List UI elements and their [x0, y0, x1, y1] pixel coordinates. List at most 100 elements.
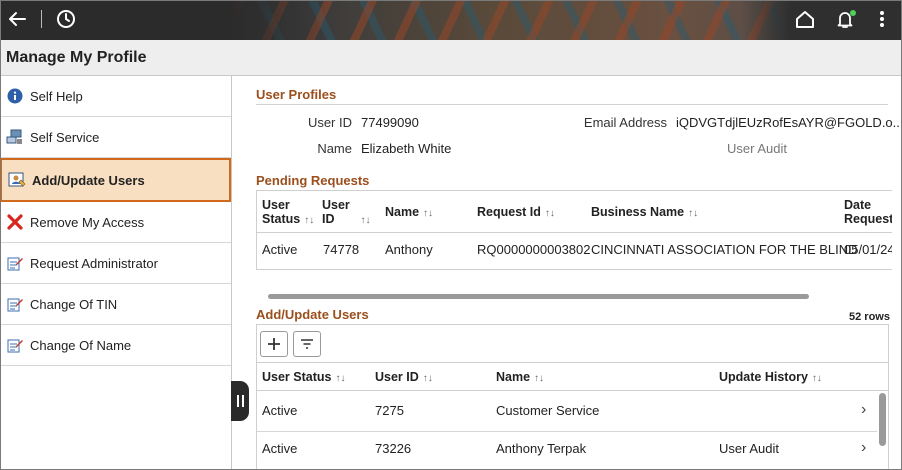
toolbar-separator	[41, 10, 42, 28]
sidebar: Self Help Self Service Add/Update Users …	[0, 76, 232, 470]
section-divider	[256, 104, 888, 105]
header-text: User Status	[262, 370, 332, 384]
sort-icon: ↑↓	[422, 373, 433, 384]
clock-icon[interactable]	[54, 7, 78, 31]
red-x-icon	[6, 213, 24, 231]
sidebar-item-label: Self Service	[30, 129, 100, 145]
page-title-bar: Manage My Profile	[0, 40, 902, 76]
user-edit-icon	[8, 171, 26, 189]
header-text: User ID	[375, 370, 419, 384]
row-user-status: Active	[262, 403, 298, 418]
header-text-line: Status	[262, 212, 301, 226]
sidebar-item-remove-my-access[interactable]: Remove My Access	[0, 202, 231, 243]
sidebar-item-label: Change Of TIN	[30, 296, 118, 312]
pending-row-business-name: CINCINNATI ASSOCIATION FOR THE BLIND	[591, 242, 858, 257]
form-edit-icon	[6, 295, 24, 313]
sort-icon: ↑↓	[304, 215, 315, 226]
col-user-id-header[interactable]: User ID ↑↓	[375, 370, 433, 386]
row-user-id: 7275	[375, 403, 404, 418]
email-label: Email Address	[583, 115, 667, 130]
add-row-button[interactable]	[260, 331, 288, 357]
filter-icon	[301, 339, 313, 349]
header-text: ID ↑↓	[322, 212, 371, 228]
add-update-users-grid: User Status ↑↓ User ID ↑↓ Name ↑↓ Update Hi…	[256, 324, 889, 470]
col-name-header[interactable]: Name ↑↓	[385, 205, 433, 221]
self-service-icon	[6, 128, 24, 146]
header-text-line: ID	[322, 212, 335, 226]
header-text: Business Name	[591, 205, 685, 219]
vertical-dots-icon[interactable]	[870, 7, 894, 31]
page-title: Manage My Profile	[6, 49, 147, 66]
header-text: Request	[844, 212, 892, 226]
sort-icon: ↑↓	[534, 373, 545, 384]
row-name: Customer Service	[496, 403, 600, 418]
name-value: Elizabeth White	[361, 141, 452, 156]
sidebar-item-self-service[interactable]: Self Service	[0, 117, 231, 158]
bell-icon[interactable]	[833, 7, 857, 31]
pending-row-name: Anthony	[385, 242, 433, 257]
row-user-id: 73226	[375, 441, 412, 456]
header-text: Request Id	[477, 205, 541, 219]
sort-icon: ↑↓	[811, 373, 822, 384]
chevron-right-icon[interactable]: ›	[861, 401, 866, 419]
sidebar-item-request-administrator[interactable]: Request Administrator	[0, 243, 231, 284]
sort-icon: ↑↓	[335, 373, 346, 384]
filter-button[interactable]	[293, 331, 321, 357]
pending-row-request-id: RQ0000000003802	[477, 242, 591, 257]
header-text: Status ↑↓	[262, 212, 314, 228]
info-icon	[6, 87, 24, 105]
col-user-status-header[interactable]: User Status ↑↓	[262, 198, 314, 228]
form-edit-icon	[6, 336, 24, 354]
col-date-requested-header[interactable]: Date Request	[844, 198, 892, 226]
header-text: Name	[385, 205, 420, 219]
sort-icon: ↑↓	[423, 208, 434, 219]
pending-row-user-id: 74778	[323, 242, 360, 257]
col-user-id-header[interactable]: User ID ↑↓	[322, 198, 371, 228]
notification-dot	[850, 10, 856, 16]
user-profiles-title: User Profiles	[256, 87, 337, 102]
sidebar-item-label: Add/Update Users	[32, 172, 145, 188]
row-user-status: Active	[262, 441, 298, 456]
sidebar-collapse-handle[interactable]	[231, 381, 249, 421]
sidebar-item-label: Change Of Name	[30, 337, 132, 353]
header-text: Name	[496, 370, 531, 384]
sidebar-item-self-help[interactable]: Self Help	[0, 76, 231, 117]
user-id-label: User ID	[307, 115, 352, 130]
row-name: Anthony Terpak	[496, 441, 587, 456]
user-id-value: 77499090	[361, 115, 419, 130]
sidebar-item-change-of-tin[interactable]: Change Of TIN	[0, 284, 231, 325]
col-request-id-header[interactable]: Request Id ↑↓	[477, 205, 555, 221]
row-update-history[interactable]: User Audit	[719, 441, 779, 456]
name-label: Name	[317, 141, 352, 156]
sidebar-item-change-of-name[interactable]: Change Of Name	[0, 325, 231, 366]
user-audit-label: User Audit	[727, 141, 787, 156]
table-row[interactable]: Active 7275 Customer Service ›	[257, 391, 877, 431]
email-value: iQDVGTdjlEUzRofEsAYR@FGOLD.o...	[676, 115, 902, 130]
back-arrow-icon[interactable]	[5, 7, 29, 31]
col-name-header[interactable]: Name ↑↓	[496, 370, 544, 386]
pending-requests-title: Pending Requests	[256, 173, 370, 188]
chevron-right-icon[interactable]: ›	[861, 439, 866, 457]
sidebar-item-label: Remove My Access	[30, 214, 145, 230]
add-update-users-title: Add/Update Users	[256, 307, 369, 322]
row-count: 52 rows	[849, 311, 890, 323]
form-edit-icon	[6, 254, 24, 272]
sort-icon: ↑↓	[360, 215, 371, 226]
sort-icon: ↑↓	[544, 208, 555, 219]
sidebar-item-add-update-users[interactable]: Add/Update Users	[0, 158, 231, 202]
pending-grid-horizontal-scrollbar[interactable]	[268, 294, 809, 299]
sidebar-item-label: Self Help	[30, 88, 83, 104]
col-user-status-header[interactable]: User Status ↑↓	[262, 370, 345, 386]
header-text: Date	[844, 198, 872, 212]
users-grid-vertical-scrollbar[interactable]	[879, 393, 886, 446]
table-row[interactable]: Active 73226 Anthony Terpak User Audit ›	[257, 432, 877, 470]
home-icon[interactable]	[793, 7, 817, 31]
header-text: Update History	[719, 370, 808, 384]
pending-row-date-requested: 05/01/24	[844, 242, 892, 257]
banner-left-shade	[0, 0, 330, 40]
col-business-name-header[interactable]: Business Name ↑↓	[591, 205, 698, 221]
col-update-history-header[interactable]: Update History ↑↓	[719, 370, 822, 386]
handle-grip-bar	[236, 395, 239, 407]
plus-icon	[268, 338, 280, 350]
top-banner	[0, 0, 902, 40]
